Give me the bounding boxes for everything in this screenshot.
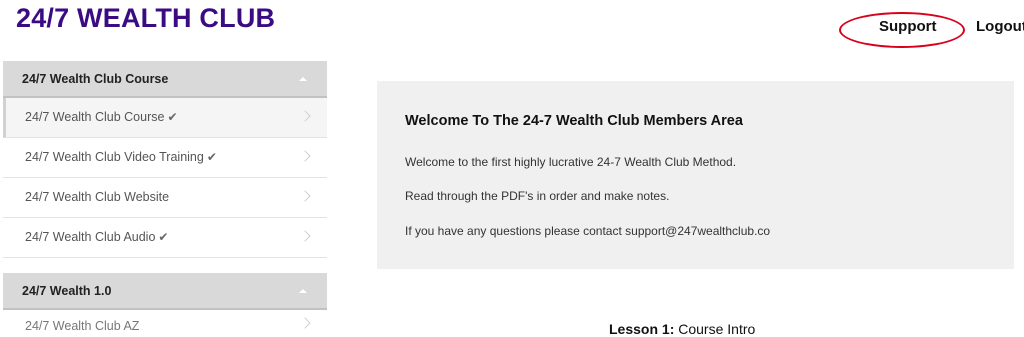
section-title: 24/7 Wealth Club Course — [22, 72, 169, 86]
chevron-right-icon — [299, 230, 311, 242]
section-header-course[interactable]: 24/7 Wealth Club Course — [3, 61, 327, 98]
section-title: 24/7 Wealth 1.0 — [22, 284, 112, 298]
welcome-text-line: Welcome to the first highly lucrative 24… — [405, 155, 737, 169]
caret-up-icon[interactable] — [299, 289, 307, 293]
checkmark-icon: ✔ — [158, 230, 169, 244]
lesson-item-audio[interactable]: 24/7 Wealth Club Audio ✔ — [3, 218, 327, 258]
section-header-wealth-1[interactable]: 24/7 Wealth 1.0 — [3, 273, 327, 310]
lesson-title: Course Intro — [678, 321, 756, 337]
checkmark-icon: ✔ — [206, 150, 217, 164]
support-link[interactable]: Support — [879, 18, 937, 35]
welcome-title: Welcome To The 24-7 Wealth Club Members … — [405, 113, 743, 129]
lesson-item-label: 24/7 Wealth Club Video Training — [25, 150, 204, 164]
welcome-text-line: Read through the PDF's in order and make… — [405, 189, 670, 203]
chevron-right-icon — [299, 190, 311, 202]
lesson-heading: Lesson 1: Course Intro — [609, 321, 755, 337]
lesson-item-video-training[interactable]: 24/7 Wealth Club Video Training ✔ — [3, 138, 327, 178]
chevron-right-icon — [299, 110, 311, 122]
lesson-item-website[interactable]: 24/7 Wealth Club Website — [3, 178, 327, 218]
checkmark-icon: ✔ — [167, 110, 178, 124]
chevron-right-icon — [299, 317, 311, 329]
top-nav: Support Logout — [0, 12, 1024, 48]
lesson-item-label: 24/7 Wealth Club Audio — [25, 230, 156, 244]
caret-up-icon[interactable] — [299, 77, 307, 81]
welcome-text-line: If you have any questions please contact… — [405, 224, 771, 238]
lesson-item-az[interactable]: 24/7 Wealth Club AZ — [3, 310, 327, 334]
lesson-item-label: 24/7 Wealth Club Website — [25, 190, 170, 204]
lesson-number: Lesson 1: — [609, 321, 675, 337]
logout-link[interactable]: Logout — [976, 18, 1024, 35]
course-sidebar: 24/7 Wealth Club Course 24/7 Wealth Club… — [3, 61, 327, 334]
lesson-item-course[interactable]: 24/7 Wealth Club Course ✔ — [3, 98, 327, 138]
welcome-panel: Welcome To The 24-7 Wealth Club Members … — [377, 81, 1014, 269]
chevron-right-icon — [299, 150, 311, 162]
lesson-item-label: 24/7 Wealth Club Course — [25, 110, 165, 124]
lesson-item-label: 24/7 Wealth Club AZ — [25, 319, 140, 333]
